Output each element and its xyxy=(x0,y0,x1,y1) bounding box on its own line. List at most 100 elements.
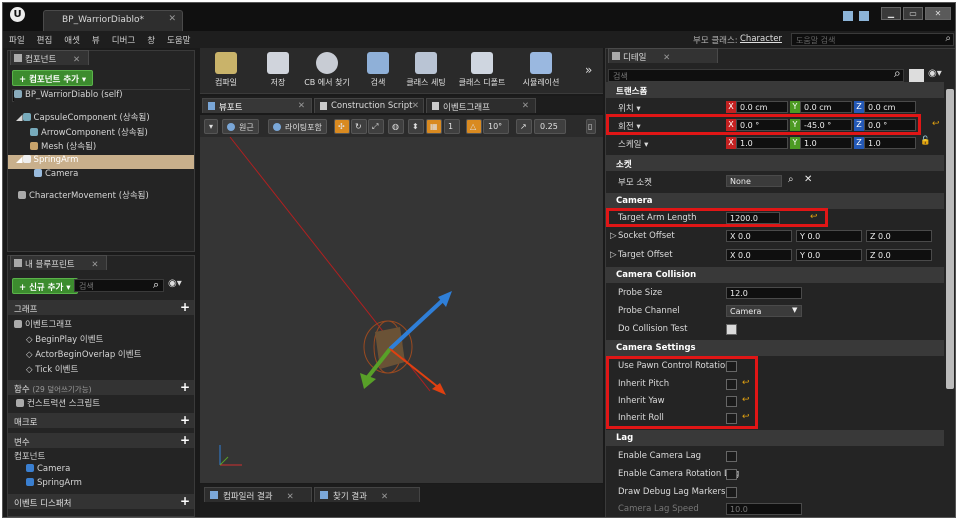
lag-section-header[interactable]: Lag xyxy=(606,430,944,446)
expand-arrow-icon[interactable]: ▷ xyxy=(610,231,617,241)
add-variable-icon[interactable]: + xyxy=(180,433,190,447)
close-tab-icon[interactable]: ✕ xyxy=(91,260,98,270)
enable-camera-rotation-lag-checkbox[interactable] xyxy=(726,469,737,480)
search-icon[interactable]: ⌕ xyxy=(894,66,901,81)
add-component-button[interactable]: + 컴포넌트 추가 ▾ xyxy=(12,70,94,86)
tree-item-movement[interactable]: CharacterMovement (상속됨) xyxy=(8,189,194,203)
scale-label[interactable]: 스케일 ▾ xyxy=(618,138,648,150)
notification-icon[interactable] xyxy=(843,11,853,21)
socket-offset-z-field[interactable]: Z 0.0 xyxy=(866,230,932,242)
functions-section-header[interactable]: 함수 (29 덮어쓰기가능) + xyxy=(8,380,194,395)
document-tab[interactable]: BP_WarriorDiablo* ✕ xyxy=(43,10,183,31)
lighting-button[interactable]: 라이팅포함 xyxy=(268,119,327,134)
menu-asset[interactable]: 애셋 xyxy=(58,34,86,46)
close-button[interactable]: ✕ xyxy=(925,7,951,20)
close-tab-icon[interactable]: ✕ xyxy=(381,492,388,502)
transform-section-header[interactable]: 트랜스폼 xyxy=(606,82,944,98)
parent-socket-field[interactable]: None xyxy=(726,175,782,187)
draw-debug-lag-markers-checkbox[interactable] xyxy=(726,487,737,498)
search-icon[interactable]: ⌕ xyxy=(788,174,794,185)
scale-tool-icon[interactable]: ⤢ xyxy=(368,119,384,134)
tab-viewport[interactable]: 뷰포트 ✕ xyxy=(202,98,312,113)
parent-class-link[interactable]: Character xyxy=(740,34,782,44)
add-new-button[interactable]: + 신규 추가 ▾ xyxy=(12,278,78,294)
compile-button[interactable]: 컴파일 xyxy=(202,51,250,91)
rotation-z-field[interactable]: 0.0 ° xyxy=(864,119,916,131)
menu-edit[interactable]: 편집 xyxy=(31,34,59,46)
components-tab[interactable]: 컴포넌트 ✕ xyxy=(10,50,90,65)
enable-camera-lag-checkbox[interactable] xyxy=(726,451,737,462)
rotation-x-field[interactable]: 0.0 ° xyxy=(736,119,788,131)
translate-tool-icon[interactable]: ✣ xyxy=(334,119,350,134)
target-offset-x-field[interactable]: X 0.0 xyxy=(726,249,792,261)
add-dispatcher-icon[interactable]: + xyxy=(180,494,190,508)
perspective-button[interactable]: 원근 xyxy=(222,119,259,134)
probe-channel-dropdown[interactable]: Camera xyxy=(726,305,802,317)
tab-compiler-results[interactable]: 컴파일러 결과 ✕ xyxy=(204,487,312,502)
close-tab-icon[interactable]: ✕ xyxy=(73,55,80,65)
camera-collision-section-header[interactable]: Camera Collision xyxy=(606,267,944,283)
probe-size-field[interactable]: 12.0 xyxy=(726,287,802,299)
clear-icon[interactable]: ✕ xyxy=(804,174,812,185)
use-pawn-control-rotation-checkbox[interactable] xyxy=(726,361,737,372)
macros-section-header[interactable]: 매크로 + xyxy=(8,413,194,428)
toolbar-overflow-icon[interactable]: » xyxy=(585,63,592,77)
angle-snap-icon[interactable]: △ xyxy=(466,119,482,134)
grid-snap-icon[interactable]: ▦ xyxy=(426,119,442,134)
details-scrollbar[interactable] xyxy=(946,89,954,389)
search-icon[interactable]: ⌕ xyxy=(153,278,159,292)
minimize-button[interactable]: ▁ xyxy=(881,7,901,20)
simulation-button[interactable]: 시뮬레이션 xyxy=(514,51,568,91)
event-graph-item[interactable]: 이벤트그래프 xyxy=(8,318,194,332)
socket-section-header[interactable]: 소켓 xyxy=(606,155,944,171)
location-x-field[interactable]: 0.0 cm xyxy=(736,101,788,113)
add-function-icon[interactable]: + xyxy=(180,380,190,394)
location-z-field[interactable]: 0.0 cm xyxy=(864,101,916,113)
source-control-icon[interactable] xyxy=(859,11,869,21)
menu-help[interactable]: 도움말 xyxy=(161,34,196,46)
viewport-maximize-icon[interactable]: ▯ xyxy=(586,119,596,134)
socket-offset-y-field[interactable]: Y 0.0 xyxy=(796,230,862,242)
grid-size-icon[interactable]: 1 xyxy=(444,119,460,134)
do-collision-test-checkbox[interactable] xyxy=(726,324,737,335)
inherit-yaw-checkbox[interactable] xyxy=(726,396,737,407)
menu-view[interactable]: 뷰 xyxy=(86,34,106,46)
target-offset-z-field[interactable]: Z 0.0 xyxy=(866,249,932,261)
maximize-button[interactable]: ▭ xyxy=(903,7,923,20)
inherit-roll-checkbox[interactable] xyxy=(726,413,737,424)
expand-arrow-icon[interactable]: ▷ xyxy=(610,250,617,260)
rotate-tool-icon[interactable]: ↻ xyxy=(351,119,367,134)
target-offset-y-field[interactable]: Y 0.0 xyxy=(796,249,862,261)
save-button[interactable]: 저장 xyxy=(254,51,302,91)
variable-item-camera[interactable]: Camera xyxy=(8,464,194,478)
location-label[interactable]: 위치 ▾ xyxy=(618,102,641,114)
reset-to-default-icon[interactable]: ↩ xyxy=(810,212,818,222)
find-in-cb-button[interactable]: CB 에서 찾기 xyxy=(300,51,354,91)
camera-settings-section-header[interactable]: Camera Settings xyxy=(606,340,944,356)
world-local-icon[interactable]: ◍ xyxy=(388,119,404,134)
tab-find-results[interactable]: 찾기 결과 ✕ xyxy=(314,487,420,502)
close-tab-icon[interactable]: ✕ xyxy=(287,492,294,502)
viewport-options-button[interactable]: ▾ xyxy=(204,119,219,134)
search-icon[interactable]: ⌕ xyxy=(945,33,951,44)
class-defaults-button[interactable]: 클래스 디폴트 xyxy=(454,51,510,91)
tree-item-camera[interactable]: Camera xyxy=(8,169,194,183)
add-macro-icon[interactable]: + xyxy=(180,413,190,427)
reset-to-default-icon[interactable]: ↩ xyxy=(742,395,750,405)
close-tab-icon[interactable]: ✕ xyxy=(663,53,670,63)
scale-z-field[interactable]: 1.0 xyxy=(864,137,916,149)
socket-offset-x-field[interactable]: X 0.0 xyxy=(726,230,792,242)
close-tab-icon[interactable]: ✕ xyxy=(522,101,529,111)
blueprint-search-input[interactable]: 검색 xyxy=(74,279,164,292)
event-item[interactable]: ◇ Tick 이벤트 xyxy=(8,363,194,377)
reset-to-default-icon[interactable]: ↩ xyxy=(742,412,750,422)
graphs-section-header[interactable]: 그래프 + xyxy=(8,300,194,315)
rotation-label[interactable]: 회전 ▾ xyxy=(618,120,641,132)
tab-construction-script[interactable]: Construction Script ✕ xyxy=(314,98,424,113)
rotation-y-field[interactable]: -45.0 ° xyxy=(800,119,852,131)
eye-icon[interactable]: ◉▾ xyxy=(168,278,182,289)
class-settings-button[interactable]: 클래스 세팅 xyxy=(400,51,452,91)
tree-item-capsule[interactable]: ◢ CapsuleComponent (상속됨) xyxy=(8,111,194,125)
scale-snap-icon[interactable]: ↗ xyxy=(516,119,532,134)
menu-file[interactable]: 파일 xyxy=(3,34,31,46)
